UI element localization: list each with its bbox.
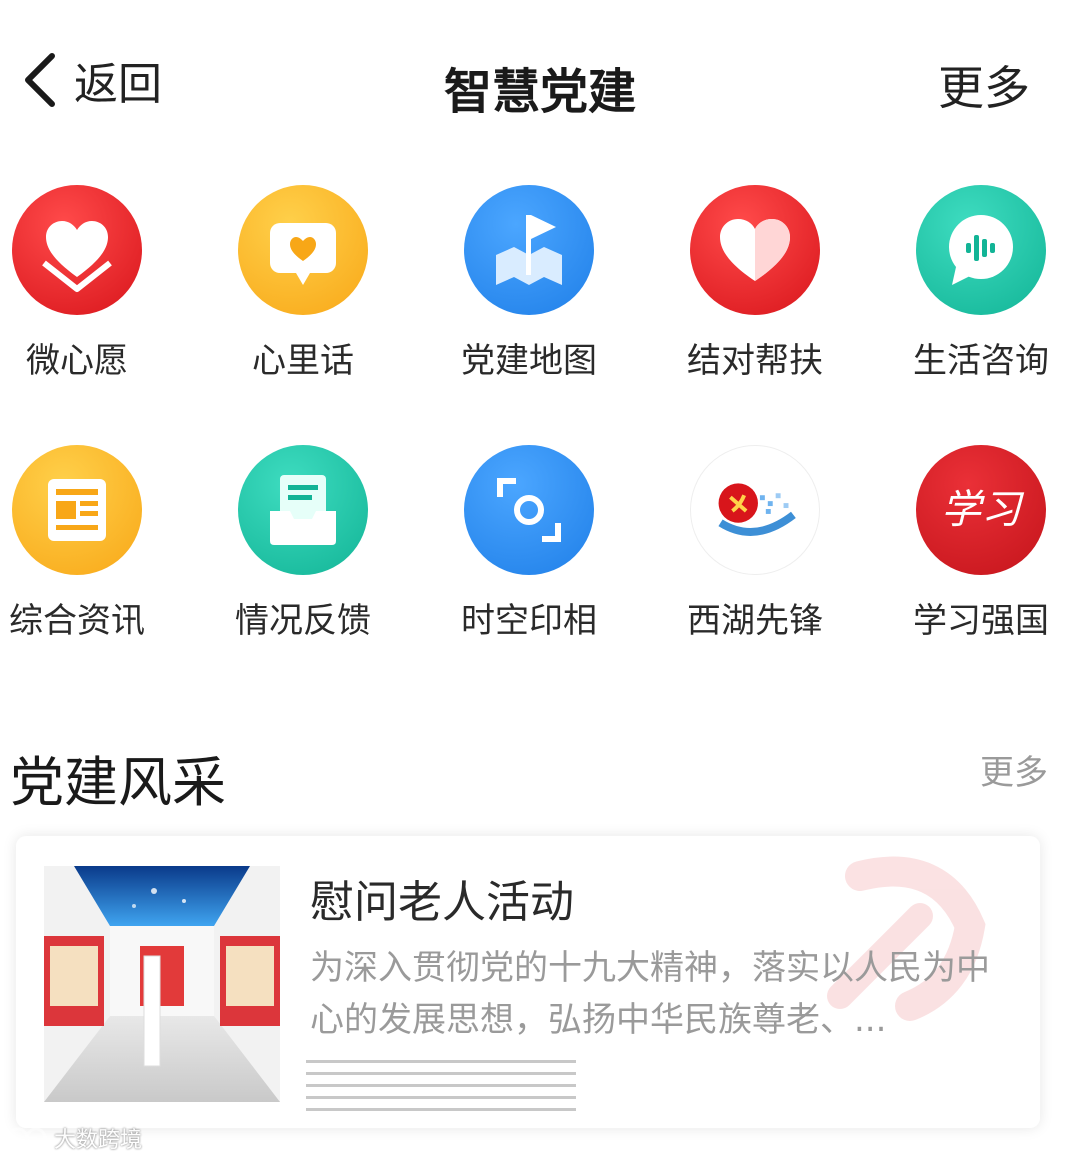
feature-item-news[interactable]: 综合资讯: [0, 445, 162, 645]
feature-label: 时空印相: [461, 601, 597, 641]
more-button[interactable]: 更多: [938, 52, 1030, 118]
party-emblem-icon: [690, 445, 820, 575]
feature-item-party-map[interactable]: 党建地图: [444, 185, 614, 385]
feature-item-wish[interactable]: 微心愿: [0, 185, 162, 385]
feature-item-life-consult[interactable]: 生活咨询: [896, 185, 1066, 385]
article-description: 为深入贯彻党的十九大精神，落实以人民为中心的发展思想，弘扬中华民族尊老、...: [310, 948, 990, 1040]
article-card[interactable]: 慰问老人活动 为深入贯彻党的十九大精神，落实以人民为中心的发展思想，弘扬中华民族…: [16, 836, 1040, 1128]
article-title: 慰问老人活动: [310, 877, 574, 928]
feature-item-pairing-help[interactable]: 结对帮扶: [670, 185, 840, 385]
feature-label: 生活咨询: [913, 341, 1049, 381]
feature-label: 心里话: [252, 341, 354, 381]
heart-book-icon: [12, 185, 142, 315]
fine-print-decoration: [306, 1060, 576, 1111]
double-heart-icon: [690, 185, 820, 315]
feature-label: 微心愿: [26, 341, 128, 381]
heart-message-icon: [238, 185, 368, 315]
voice-chat-icon: [916, 185, 1046, 315]
chat-bubble-logo-icon: [7, 1127, 47, 1149]
xuexi-icon: 学习: [916, 445, 1046, 575]
feature-label: 西湖先锋: [687, 601, 823, 641]
feature-label: 党建地图: [461, 341, 597, 381]
map-flag-icon: [464, 185, 594, 315]
feature-label: 结对帮扶: [687, 341, 823, 381]
watermark-text: 大数跨境: [54, 1128, 143, 1153]
nav-bar: 返回 智慧党建 更多: [0, 0, 1080, 160]
section-more-link[interactable]: 更多: [980, 745, 1048, 794]
feature-row: 综合资讯 情况反馈 时空印相 西湖先锋 学习 学习强国: [0, 445, 1080, 645]
feature-label: 情况反馈: [235, 601, 371, 641]
watermark-logo: 大数跨境: [6, 1122, 142, 1154]
newspaper-icon: [12, 445, 142, 575]
article-thumbnail: [44, 866, 280, 1102]
feature-item-time-space[interactable]: 时空印相: [444, 445, 614, 645]
feature-label: 学习强国: [913, 601, 1049, 641]
feature-item-feedback[interactable]: 情况反馈: [218, 445, 388, 645]
feature-row: 微心愿 心里话 党建地图 结对帮扶 生活咨询: [0, 185, 1080, 385]
feature-item-heart-talk[interactable]: 心里话: [218, 185, 388, 385]
feature-item-xuexi[interactable]: 学习 学习强国: [896, 445, 1066, 645]
scan-camera-icon: [464, 445, 594, 575]
svg-text:学习: 学习: [941, 487, 1025, 533]
feedback-tray-icon: [238, 445, 368, 575]
feature-item-xihu-pioneer[interactable]: 西湖先锋: [670, 445, 840, 645]
section-title: 党建风采: [10, 751, 226, 814]
feature-label: 综合资讯: [9, 601, 145, 641]
page-title: 智慧党建: [443, 64, 636, 120]
